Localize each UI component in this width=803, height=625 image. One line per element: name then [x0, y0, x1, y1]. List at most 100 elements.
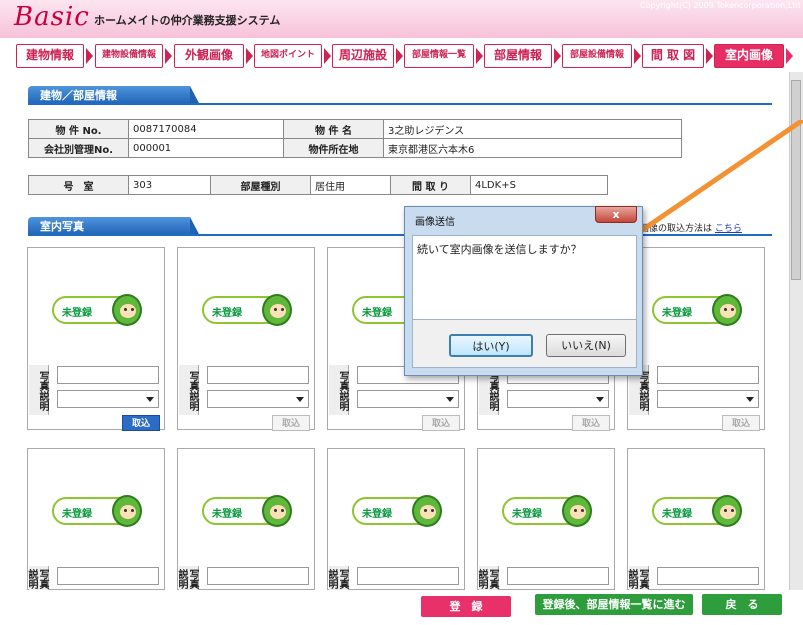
photo-desc-input[interactable] [207, 567, 309, 585]
unregistered-label: 未登録 [362, 509, 392, 520]
property-no-value: 0087170084 [128, 119, 284, 139]
tab-building-info[interactable]: 建物情報 [16, 44, 84, 68]
company-no-value: 000001 [128, 138, 284, 158]
room-type-label: 部屋種別 [210, 175, 311, 195]
unregistered-badge: 未登録 [352, 495, 442, 527]
dialog-title: 画像送信 [415, 217, 455, 228]
photo-slot: 未登録写真説明 [176, 448, 315, 590]
photo-slot: 未登録写真説明 [476, 448, 615, 590]
dialog-message: 続いて室内画像を送信しますか？ [417, 243, 582, 256]
company-no-label: 会社別管理No. [28, 138, 129, 158]
chevron-right-icon [634, 48, 641, 64]
nav-tabs: 建物情報 建物設備情報 外観画像 地図ポイント 周辺施設 部屋情報一覧 部屋情報… [0, 44, 803, 70]
tab-exterior-images[interactable]: 外観画像 [174, 44, 244, 68]
unregistered-label: 未登録 [62, 509, 92, 520]
dialog-footer: はい(Y) いいえ(N) [412, 320, 637, 368]
register-button[interactable]: 登 録 [421, 596, 511, 617]
photo-desc-select[interactable] [357, 390, 459, 408]
unregistered-label: 未登録 [62, 308, 92, 319]
unregistered-badge: 未登録 [52, 495, 142, 527]
layout-label: 間 取 り [390, 175, 471, 195]
logo: Basic [14, 2, 90, 32]
property-no-label: 物 件 No. [28, 119, 129, 139]
mascot-icon [262, 495, 292, 527]
room-label: 号 室 [28, 175, 129, 195]
tab-nearby-facilities[interactable]: 周辺施設 [332, 44, 394, 68]
mascot-icon [262, 294, 292, 326]
chevron-right-icon [246, 48, 253, 64]
photo-desc-select[interactable] [207, 390, 309, 408]
load-button[interactable]: 取込 [422, 415, 460, 431]
system-title: ホームメイトの仲介業務支援システム [94, 14, 281, 27]
photo-desc-label: 写真説明 [626, 566, 649, 590]
photo-desc-select[interactable] [507, 390, 609, 408]
chevron-right-icon [86, 48, 93, 64]
room-type-value: 居住用 [310, 175, 391, 195]
photo-slot: 未登録写真説明取込 [177, 247, 315, 431]
unregistered-badge: 未登録 [202, 294, 292, 326]
mascot-icon [412, 495, 442, 527]
location-label: 物件所在地 [283, 138, 384, 158]
load-button[interactable]: 取込 [272, 415, 310, 431]
unregistered-label: 未登録 [662, 509, 692, 520]
no-button[interactable]: いいえ(N) [546, 334, 626, 357]
unregistered-badge: 未登録 [652, 495, 742, 527]
photo-desc-input[interactable] [507, 567, 609, 585]
photo-desc-label: 写真説明 [476, 566, 499, 590]
load-button[interactable]: 取込 [722, 415, 760, 431]
tab-room-list[interactable]: 部屋情報一覧 [404, 44, 474, 68]
photo-desc-label: 写真説明 [26, 566, 49, 590]
mascot-icon [562, 495, 592, 527]
tab-room-equipment[interactable]: 部屋設備情報 [562, 44, 632, 68]
mascot-icon [712, 495, 742, 527]
room-value: 303 [128, 175, 211, 195]
photo-desc-label: 写真説明 [329, 365, 349, 415]
close-icon[interactable]: x [595, 206, 637, 223]
tab-building-equipment[interactable]: 建物設備情報 [95, 44, 163, 68]
chevron-right-icon [786, 48, 793, 64]
unregistered-label: 未登録 [212, 308, 242, 319]
chevron-right-icon [165, 48, 172, 64]
copyright-text: Copyright(C) 2009 Tokencorporation,Ltd [640, 1, 801, 10]
yes-button[interactable]: はい(Y) [449, 334, 533, 357]
photo-desc-label: 写真説明 [176, 566, 199, 590]
chevron-right-icon [554, 48, 561, 64]
photo-slot: 未登録写真説明取込 [27, 247, 165, 431]
unregistered-label: 未登録 [512, 509, 542, 520]
chevron-right-icon [324, 48, 331, 64]
chevron-right-icon [706, 48, 713, 64]
chevron-right-icon [476, 48, 483, 64]
tab-floor-plan[interactable]: 間 取 図 [642, 44, 704, 68]
photo-slot: 未登録写真説明 [626, 448, 765, 590]
unregistered-badge: 未登録 [202, 495, 292, 527]
unregistered-badge: 未登録 [502, 495, 592, 527]
tab-room-info[interactable]: 部屋情報 [484, 44, 552, 68]
tab-map-point[interactable]: 地図ポイント [254, 44, 322, 68]
photo-desc-input[interactable] [57, 567, 159, 585]
photo-desc-input[interactable] [207, 366, 309, 384]
back-button[interactable]: 戻 る [702, 594, 782, 615]
photo-desc-select[interactable] [57, 390, 159, 408]
photo-desc-input[interactable] [57, 366, 159, 384]
section-divider [28, 103, 772, 105]
unregistered-label: 未登録 [212, 509, 242, 520]
tab-interior-images[interactable]: 室内画像 [714, 44, 784, 68]
photo-desc-select[interactable] [657, 390, 759, 408]
mascot-icon [112, 294, 142, 326]
send-image-dialog: 画像送信 x 続いて室内画像を送信しますか？ はい(Y) いいえ(N) [404, 206, 643, 376]
photo-desc-input[interactable] [657, 366, 759, 384]
photo-desc-label: 写真説明 [179, 365, 199, 415]
footer-bar: 登 録 登録後、部屋情報一覧に進む 戻 る [0, 590, 803, 625]
property-name-label: 物 件 名 [283, 119, 384, 139]
chevron-right-icon [396, 48, 403, 64]
photo-slot: 未登録写真説明 [26, 448, 165, 590]
photo-desc-input[interactable] [357, 567, 459, 585]
load-button[interactable]: 取込 [572, 415, 610, 431]
register-next-button[interactable]: 登録後、部屋情報一覧に進む [535, 594, 693, 615]
photo-desc-label: 写真説明 [29, 365, 49, 415]
load-button[interactable]: 取込 [122, 415, 160, 431]
photo-slot: 未登録写真説明 [326, 448, 465, 590]
unregistered-label: 未登録 [362, 308, 392, 319]
photo-desc-label: 写真説明 [326, 566, 349, 590]
photo-desc-input[interactable] [657, 567, 759, 585]
